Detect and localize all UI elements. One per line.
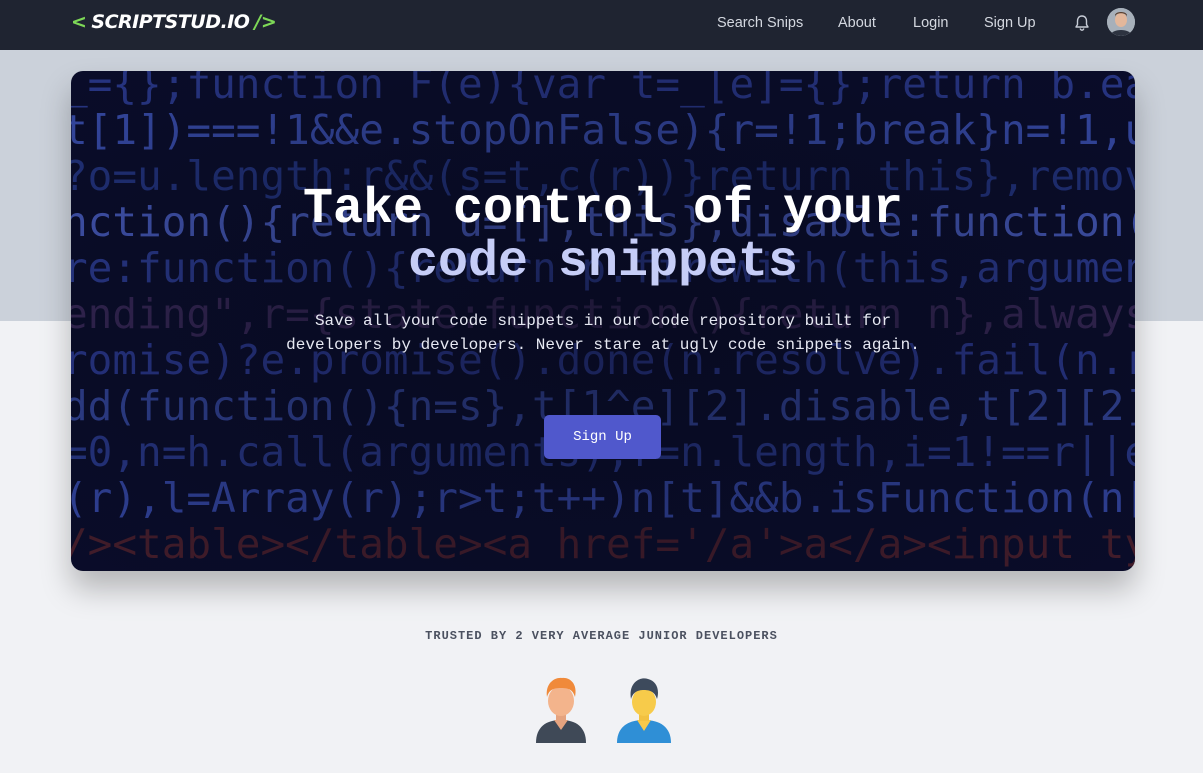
avatar[interactable] bbox=[1107, 8, 1135, 36]
bell-icon[interactable] bbox=[1072, 13, 1092, 33]
top-nav: < SCRIPTSTUD.IO /> Search Snips About Lo… bbox=[0, 0, 1203, 50]
nav-link-login[interactable]: Login bbox=[913, 15, 948, 31]
person-icon-dark-hair bbox=[614, 675, 674, 745]
logo[interactable]: < SCRIPTSTUD.IO /> bbox=[71, 8, 277, 36]
trusted-label: TRUSTED BY 2 VERY AVERAGE JUNIOR DEVELOP… bbox=[425, 629, 778, 643]
hero-sign-up-button[interactable]: Sign Up bbox=[544, 415, 661, 459]
logo-close-bracket: /> bbox=[254, 11, 277, 33]
hero-title-line2: code snippets bbox=[407, 234, 799, 291]
logo-text: SCRIPTSTUD.IO bbox=[91, 11, 250, 33]
logo-open-bracket: < bbox=[71, 11, 87, 33]
nav-link-about[interactable]: About bbox=[838, 15, 876, 31]
hero-subtitle: Save all your code snippets in our code … bbox=[286, 312, 920, 354]
hero-card: _={};function F(e){var t=_[e]={};return … bbox=[71, 71, 1135, 571]
person-icon-orange-hair bbox=[531, 675, 591, 745]
nav-link-search-snips[interactable]: Search Snips bbox=[717, 15, 803, 31]
nav-link-sign-up[interactable]: Sign Up bbox=[984, 15, 1036, 31]
hero-title-line1: Take control of your bbox=[302, 181, 904, 238]
